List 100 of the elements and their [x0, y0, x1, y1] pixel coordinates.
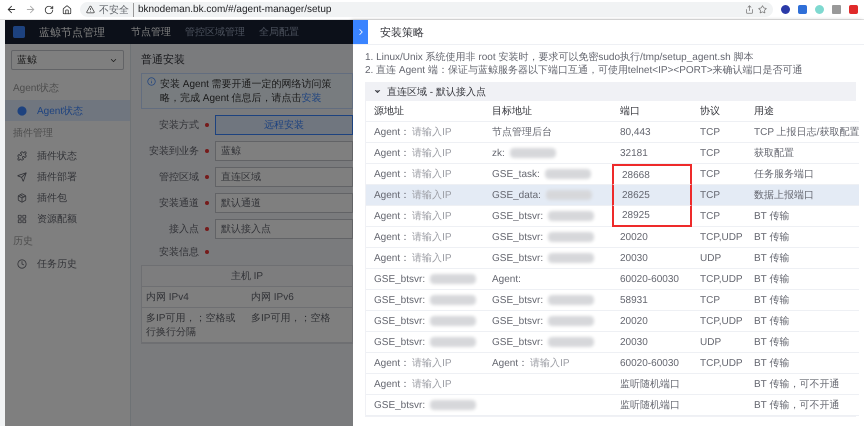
- form-label: 安装通道: [158, 196, 199, 210]
- cell-text: Agent：: [374, 168, 410, 181]
- warning-icon: [86, 5, 95, 14]
- app-title: 蓝鲸节点管理: [39, 26, 105, 40]
- star-icon[interactable]: [758, 5, 767, 14]
- section-header[interactable]: 直连区域 - 默认接入点: [365, 82, 856, 101]
- table-cell: BT 传输: [746, 353, 860, 374]
- form-label: 安装信息: [158, 246, 199, 259]
- table-cell: 28925: [612, 206, 692, 227]
- address-bar[interactable]: 不安全 bknodeman.bk.com/#/agent-manager/setup: [80, 2, 773, 17]
- nav-tab[interactable]: 管控区域管理: [185, 25, 245, 39]
- sidebar-item[interactable]: Agent状态: [5, 100, 130, 121]
- table-cell: 28668: [612, 164, 692, 185]
- cell-text: GSE_btsvr:: [492, 294, 544, 306]
- notice-link[interactable]: 安装: [302, 93, 322, 104]
- caret-icon: [373, 87, 382, 96]
- table-cell: 任务服务端口: [746, 164, 860, 185]
- ip-input[interactable]: 请输入IP: [530, 356, 570, 370]
- cell-text: Agent：: [492, 357, 528, 370]
- cell-text: GSE_task:: [492, 168, 540, 180]
- sidebar-item[interactable]: 任务历史: [5, 253, 130, 274]
- ip-input[interactable]: 请输入IP: [412, 146, 452, 160]
- grid-icon: [17, 214, 27, 224]
- ip-input[interactable]: 请输入IP: [412, 188, 452, 202]
- table-cell: BT 传输: [746, 248, 860, 269]
- option-button[interactable]: 远程安装: [215, 115, 353, 135]
- table-cell: TCP 上报日志/获取配置: [746, 122, 860, 143]
- ip-input[interactable]: 请输入IP: [412, 356, 452, 370]
- form-label: 安装方式: [158, 118, 199, 132]
- ip-input[interactable]: 多IP可用，；空格: [247, 308, 352, 343]
- back-icon[interactable]: [6, 4, 17, 15]
- reload-icon[interactable]: [44, 4, 54, 14]
- ip-input[interactable]: 请输入IP: [412, 125, 452, 139]
- logo-icon: [13, 26, 25, 38]
- share-icon[interactable]: [745, 5, 754, 14]
- sidebar-item[interactable]: 插件状态: [5, 145, 130, 166]
- cell-text: GSE_btsvr:: [374, 336, 426, 348]
- table-cell: 28625: [612, 185, 692, 206]
- cell-text: Agent:: [492, 274, 521, 284]
- note-text: 1. Linux/Unix 系统使用非 root 安装时，要求可以免密sudo执行/tmp/setup_agent.sh 脚本: [365, 51, 754, 64]
- sidebar-item[interactable]: 资源配额: [5, 208, 130, 229]
- security-label: 不安全: [99, 2, 134, 16]
- section-title: 直连区域 - 默认接入点: [387, 86, 486, 98]
- cell-text: GSE_btsvr:: [374, 400, 426, 410]
- cell-text: GSE_data:: [492, 190, 541, 200]
- select-field[interactable]: 默认接入点: [215, 219, 353, 239]
- column-header: 内网 IPv6: [247, 287, 352, 308]
- url-text: bknodeman.bk.com/#/agent-manager/setup: [138, 4, 332, 15]
- panel-title: 安装策略: [380, 26, 424, 40]
- table-cell: BT 传输: [746, 332, 860, 353]
- table-cell: BT 传输: [746, 269, 860, 290]
- nav-tab[interactable]: 节点管理: [131, 25, 171, 39]
- forward-icon[interactable]: [25, 4, 36, 15]
- send-icon: [17, 172, 27, 182]
- cell-text: Agent：: [374, 147, 410, 160]
- business-select[interactable]: 蓝鲸: [11, 50, 124, 70]
- cell-text: 节点管理后台: [492, 126, 552, 139]
- table-cell: BT 传输: [746, 227, 860, 248]
- table-cell: BT 传输，可不开通: [746, 395, 860, 416]
- table-cell: 数据上报端口: [746, 185, 860, 206]
- note-text: 2. 直连 Agent 端：保证与蓝鲸服务器以下端口互通，可使用telnet<IP><PORT>来确认端口是否可通: [365, 64, 804, 77]
- select-field[interactable]: 默认通道: [215, 193, 353, 213]
- package-icon: [17, 192, 27, 202]
- table-cell: TCP: [692, 185, 746, 206]
- dot-icon: [17, 106, 27, 116]
- column-header: 内网 IPv4: [142, 287, 247, 308]
- cell-text: GSE_btsvr:: [374, 294, 426, 306]
- cell-text: Agent：: [374, 357, 410, 370]
- cell-text: Agent：: [374, 126, 410, 139]
- table-cell: BT 传输，可不开通: [746, 374, 860, 395]
- cell-text: Agent：: [374, 252, 410, 265]
- home-icon[interactable]: [62, 4, 72, 14]
- column-header: 用途: [746, 101, 860, 122]
- table-cell: BT 传输: [746, 311, 860, 332]
- cell-text: GSE_btsvr:: [492, 232, 544, 242]
- form-label: 管控区域: [158, 170, 199, 184]
- nav-tab[interactable]: 全局配置: [259, 25, 299, 39]
- select-field[interactable]: 蓝鲸: [215, 141, 353, 161]
- page-title: 普通安装: [141, 52, 186, 67]
- ip-input[interactable]: 请输入IP: [412, 230, 452, 244]
- ip-input[interactable]: 请输入IP: [412, 167, 452, 181]
- cell-text: GSE_btsvr:: [492, 336, 544, 348]
- ip-input[interactable]: 请输入IP: [412, 251, 452, 265]
- select-field[interactable]: 直连区域: [215, 167, 353, 187]
- ip-input[interactable]: 请输入IP: [412, 209, 452, 223]
- cell-text: GSE_btsvr:: [492, 210, 544, 222]
- cell-text: Agent：: [374, 231, 410, 244]
- ip-input[interactable]: 多IP可用，；空格或行换行分隔: [142, 308, 247, 343]
- notice-text: 安装 Agent 需要开通一定的网络访问策略，完成 Agent 信息后，请点击安装: [160, 78, 333, 105]
- sidebar-item[interactable]: 插件部署: [5, 166, 130, 187]
- cell-text: Agent：: [374, 378, 410, 391]
- cell-text: GSE_btsvr:: [374, 274, 426, 284]
- info-icon: [147, 77, 156, 86]
- cell-text: GSE_btsvr:: [374, 316, 426, 326]
- cell-text: Agent：: [374, 210, 410, 223]
- table-cell: 获取配置: [746, 143, 860, 164]
- sidebar-item[interactable]: 插件包: [5, 187, 130, 208]
- ip-input[interactable]: 请输入IP: [412, 377, 452, 391]
- form-label: 安装到业务: [148, 144, 199, 158]
- cell-text: zk:: [492, 148, 505, 158]
